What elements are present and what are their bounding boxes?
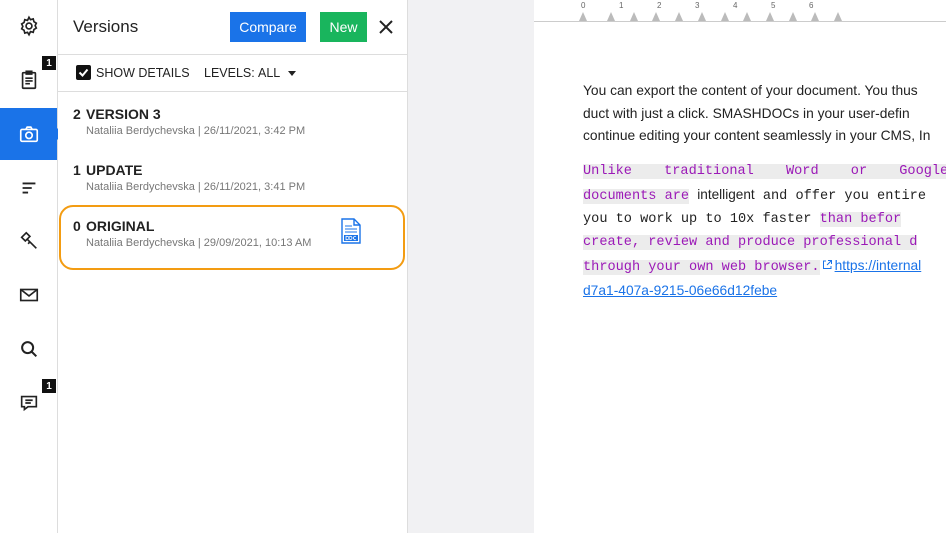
ruler-label: 4 (733, 1, 738, 10)
levels-label: LEVELS: (204, 66, 255, 80)
text-line: You can export the content of your docum… (583, 83, 918, 98)
ruler-tab-stop[interactable] (789, 12, 797, 21)
text-line: continue editing your content seamlessly… (583, 128, 931, 143)
ruler-label: 0 (581, 1, 586, 10)
envelope-icon (19, 288, 38, 302)
ruler-tab-stop[interactable] (834, 12, 842, 21)
search-button[interactable] (0, 323, 57, 375)
checkmark-icon (78, 68, 89, 77)
outline-button[interactable] (0, 162, 57, 214)
tools-button[interactable] (0, 215, 57, 267)
caret-down-icon[interactable] (288, 71, 296, 76)
ruler-tab-stop[interactable] (579, 12, 587, 21)
ruler-tab-stop[interactable] (607, 12, 615, 21)
ruler-tab-stop[interactable] (675, 12, 683, 21)
ruler-tab-stop[interactable] (766, 12, 774, 21)
version-item[interactable]: 2 VERSION 3 Nataliia Berdychevska | 26/1… (58, 92, 408, 144)
ruler-tab-stop[interactable] (811, 12, 819, 21)
text-line: you to work up to 10x faster than befor (583, 208, 946, 231)
clipboard-icon (21, 70, 36, 90)
panel-header: Versions Compare New (58, 0, 407, 55)
gear-icon (20, 15, 37, 37)
mono-text: through your own web browser. (583, 260, 820, 275)
plain-text: intelligent (697, 187, 755, 202)
mono-text: and offer you entire (762, 189, 926, 204)
tasks-button[interactable]: 1 (0, 54, 57, 106)
ruler-label: 1 (619, 1, 624, 10)
versions-panel: Versions Compare New SHOW DETAILS LEVELS… (58, 0, 408, 533)
mono-text: you to work up to 10x faster (583, 212, 812, 227)
version-meta: Nataliia Berdychevska | 26/11/2021, 3:41… (86, 181, 306, 193)
ruler-tab-stop[interactable] (698, 12, 706, 21)
ruler-tab-stop[interactable] (630, 12, 638, 21)
panel-toolbar: SHOW DETAILS LEVELS: ALL (58, 55, 407, 92)
version-meta: Nataliia Berdychevska | 26/11/2021, 3:42… (86, 125, 306, 137)
text-line: documents are intelligent and offer you … (583, 183, 946, 208)
ruler[interactable]: 0 1 2 3 4 5 6 (534, 0, 946, 22)
hyperlink[interactable]: d7a1-407a-9215-06e66d12febe (583, 283, 777, 298)
comments-badge: 1 (42, 379, 56, 393)
version-item[interactable]: 1 UPDATE Nataliia Berdychevska | 26/11/2… (58, 148, 408, 200)
text-line: through your own web browser. https://int… (583, 254, 946, 279)
tasks-badge: 1 (42, 56, 56, 70)
versions-button[interactable] (0, 108, 63, 160)
panel-title: Versions (73, 17, 139, 36)
ruler-label: 2 (657, 1, 662, 10)
text-line: Unlike traditional Word or Google D (583, 160, 946, 183)
mono-text: than befor (819, 212, 902, 227)
mono-text: documents are (583, 189, 690, 204)
ruler-label: 3 (695, 1, 700, 10)
mono-text: Unlike traditional Word or Google D (583, 164, 946, 179)
document-area[interactable]: 0 1 2 3 4 5 6 You can export the content… (534, 0, 946, 533)
compare-button[interactable]: Compare (230, 12, 306, 42)
levels-dropdown[interactable]: ALL (258, 66, 280, 80)
text-line: duct with just a click. SMASHDOCs in you… (583, 105, 910, 121)
camera-icon (19, 126, 38, 143)
paragraph-1[interactable]: You can export the content of your docum… (583, 80, 946, 148)
ruler-tab-stop[interactable] (721, 12, 729, 21)
external-link-icon (822, 260, 832, 269)
paragraph-2[interactable]: Unlike traditional Word or Google D docu… (583, 160, 946, 304)
hammer-icon (19, 231, 37, 249)
version-name: UPDATE (86, 162, 143, 178)
text-line: d7a1-407a-9215-06e66d12febe (583, 279, 946, 304)
version-number: 2 (73, 106, 81, 122)
doc-file-icon[interactable] (341, 218, 361, 244)
mono-text: create, review and produce professional … (583, 235, 918, 250)
comments-button[interactable]: 1 (0, 377, 57, 429)
new-button[interactable]: New (320, 12, 367, 42)
version-number: 1 (73, 162, 81, 178)
lines-icon (22, 182, 35, 194)
ruler-tab-stop[interactable] (743, 12, 751, 21)
text-line: create, review and produce professional … (583, 231, 946, 254)
left-rail: 1 1 (0, 0, 63, 533)
version-name: VERSION 3 (86, 106, 161, 122)
search-icon (20, 341, 37, 358)
show-details-checkbox[interactable] (76, 65, 91, 80)
settings-button[interactable] (0, 0, 57, 52)
ruler-label: 6 (809, 1, 814, 10)
hyperlink[interactable]: https://internal (835, 258, 922, 273)
mail-button[interactable] (0, 269, 57, 321)
comment-icon (20, 395, 37, 412)
ruler-label: 5 (771, 1, 776, 10)
ruler-tab-stop[interactable] (652, 12, 660, 21)
close-icon[interactable] (376, 17, 396, 37)
show-details-label[interactable]: SHOW DETAILS (96, 66, 190, 80)
